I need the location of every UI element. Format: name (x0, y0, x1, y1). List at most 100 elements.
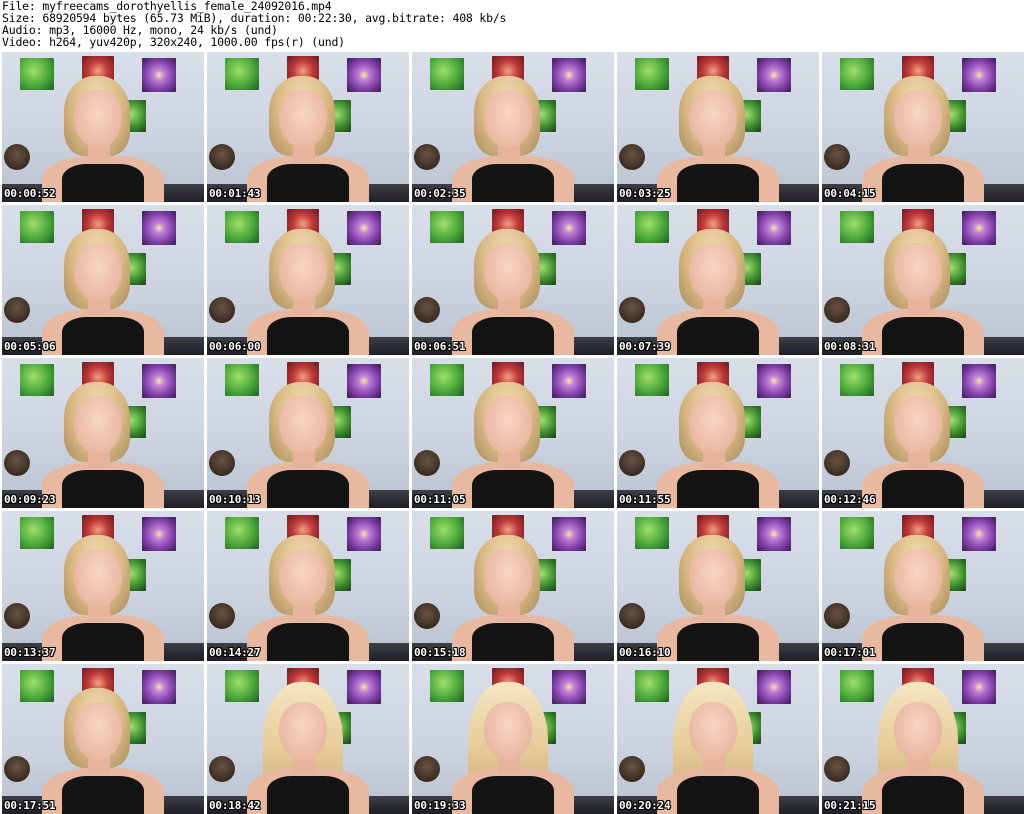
wall-poster (757, 364, 791, 398)
face (279, 396, 327, 454)
teddy-bear (824, 297, 850, 323)
teddy-bear (4, 144, 30, 170)
thumbnail-timestamp: 00:04:15 (824, 187, 876, 200)
thumbnail-timestamp: 00:08:31 (824, 340, 876, 353)
wall-poster (20, 364, 54, 396)
thumbnail-timestamp: 00:02:35 (414, 187, 466, 200)
face (74, 243, 122, 301)
teddy-bear (4, 756, 30, 782)
thumbnail-timestamp: 00:10:13 (209, 493, 261, 506)
wall-poster (757, 517, 791, 551)
wall-poster (225, 517, 259, 549)
teddy-bear (414, 450, 440, 476)
face (279, 243, 327, 301)
black-top (472, 623, 554, 661)
wall-poster (757, 211, 791, 245)
teddy-bear (824, 450, 850, 476)
thumbnail-timestamp: 00:18:42 (209, 799, 261, 812)
thumbnail-timestamp: 00:01:43 (209, 187, 261, 200)
thumbnail-timestamp: 00:09:23 (4, 493, 56, 506)
wall-poster (20, 211, 54, 243)
black-top (882, 623, 964, 661)
thumbnail-timestamp: 00:14:27 (209, 646, 261, 659)
wall-poster (347, 211, 381, 245)
black-top (267, 776, 349, 814)
wall-poster (225, 58, 259, 90)
wall-poster (225, 211, 259, 243)
wall-poster (142, 364, 176, 398)
video-thumbnail: 00:17:01 (822, 511, 1024, 661)
wall-poster (840, 670, 874, 702)
face (484, 702, 532, 760)
black-top (472, 164, 554, 202)
face (894, 90, 942, 148)
teddy-bear (414, 144, 440, 170)
black-top (677, 470, 759, 508)
wall-poster (430, 517, 464, 549)
video-thumbnail: 00:20:24 (617, 664, 819, 814)
video-thumbnail: 00:07:39 (617, 205, 819, 355)
face (689, 549, 737, 607)
video-thumbnail: 00:14:27 (207, 511, 409, 661)
wall-poster (552, 517, 586, 551)
black-top (472, 317, 554, 355)
face (484, 396, 532, 454)
wall-poster (757, 670, 791, 704)
wall-poster (962, 364, 996, 398)
video-thumbnail: 00:02:35 (412, 52, 614, 202)
video-thumbnail: 00:00:52 (2, 52, 204, 202)
face (279, 90, 327, 148)
face (279, 702, 327, 760)
face (74, 90, 122, 148)
black-top (882, 317, 964, 355)
video-thumbnail: 00:05:06 (2, 205, 204, 355)
wall-poster (430, 211, 464, 243)
wall-poster (635, 517, 669, 549)
thumbnail-timestamp: 00:21:15 (824, 799, 876, 812)
black-top (62, 776, 144, 814)
teddy-bear (414, 603, 440, 629)
wall-poster (635, 58, 669, 90)
video-thumbnail: 00:13:37 (2, 511, 204, 661)
teddy-bear (414, 297, 440, 323)
video-thumbnail: 00:10:13 (207, 358, 409, 508)
wall-poster (430, 364, 464, 396)
thumbnail-timestamp: 00:17:51 (4, 799, 56, 812)
wall-poster (840, 58, 874, 90)
video-thumbnail: 00:03:25 (617, 52, 819, 202)
video-thumbnail: 00:11:55 (617, 358, 819, 508)
teddy-bear (4, 297, 30, 323)
face (74, 396, 122, 454)
video-thumbnail: 00:11:05 (412, 358, 614, 508)
teddy-bear (4, 603, 30, 629)
black-top (62, 164, 144, 202)
teddy-bear (209, 450, 235, 476)
black-top (472, 776, 554, 814)
teddy-bear (619, 603, 645, 629)
video-thumbnail: 00:06:51 (412, 205, 614, 355)
teddy-bear (619, 297, 645, 323)
face (894, 396, 942, 454)
video-thumbnail: 00:09:23 (2, 358, 204, 508)
wall-poster (962, 670, 996, 704)
wall-poster (142, 211, 176, 245)
black-top (62, 623, 144, 661)
black-top (472, 470, 554, 508)
wall-poster (552, 364, 586, 398)
wall-poster (962, 58, 996, 92)
wall-poster (20, 517, 54, 549)
wall-poster (635, 211, 669, 243)
teddy-bear (619, 756, 645, 782)
face (484, 549, 532, 607)
wall-poster (840, 364, 874, 396)
thumbnail-timestamp: 00:15:18 (414, 646, 466, 659)
face (74, 702, 122, 760)
thumbnail-timestamp: 00:11:55 (619, 493, 671, 506)
video-thumbnail: 00:17:51 (2, 664, 204, 814)
black-top (882, 164, 964, 202)
thumbnail-grid: 00:00:52 00:01:43 00:02:35 00:03:25 00:04:15… (0, 52, 1024, 814)
thumbnail-timestamp: 00:06:00 (209, 340, 261, 353)
wall-poster (347, 517, 381, 551)
wall-poster (552, 58, 586, 92)
wall-poster (635, 364, 669, 396)
